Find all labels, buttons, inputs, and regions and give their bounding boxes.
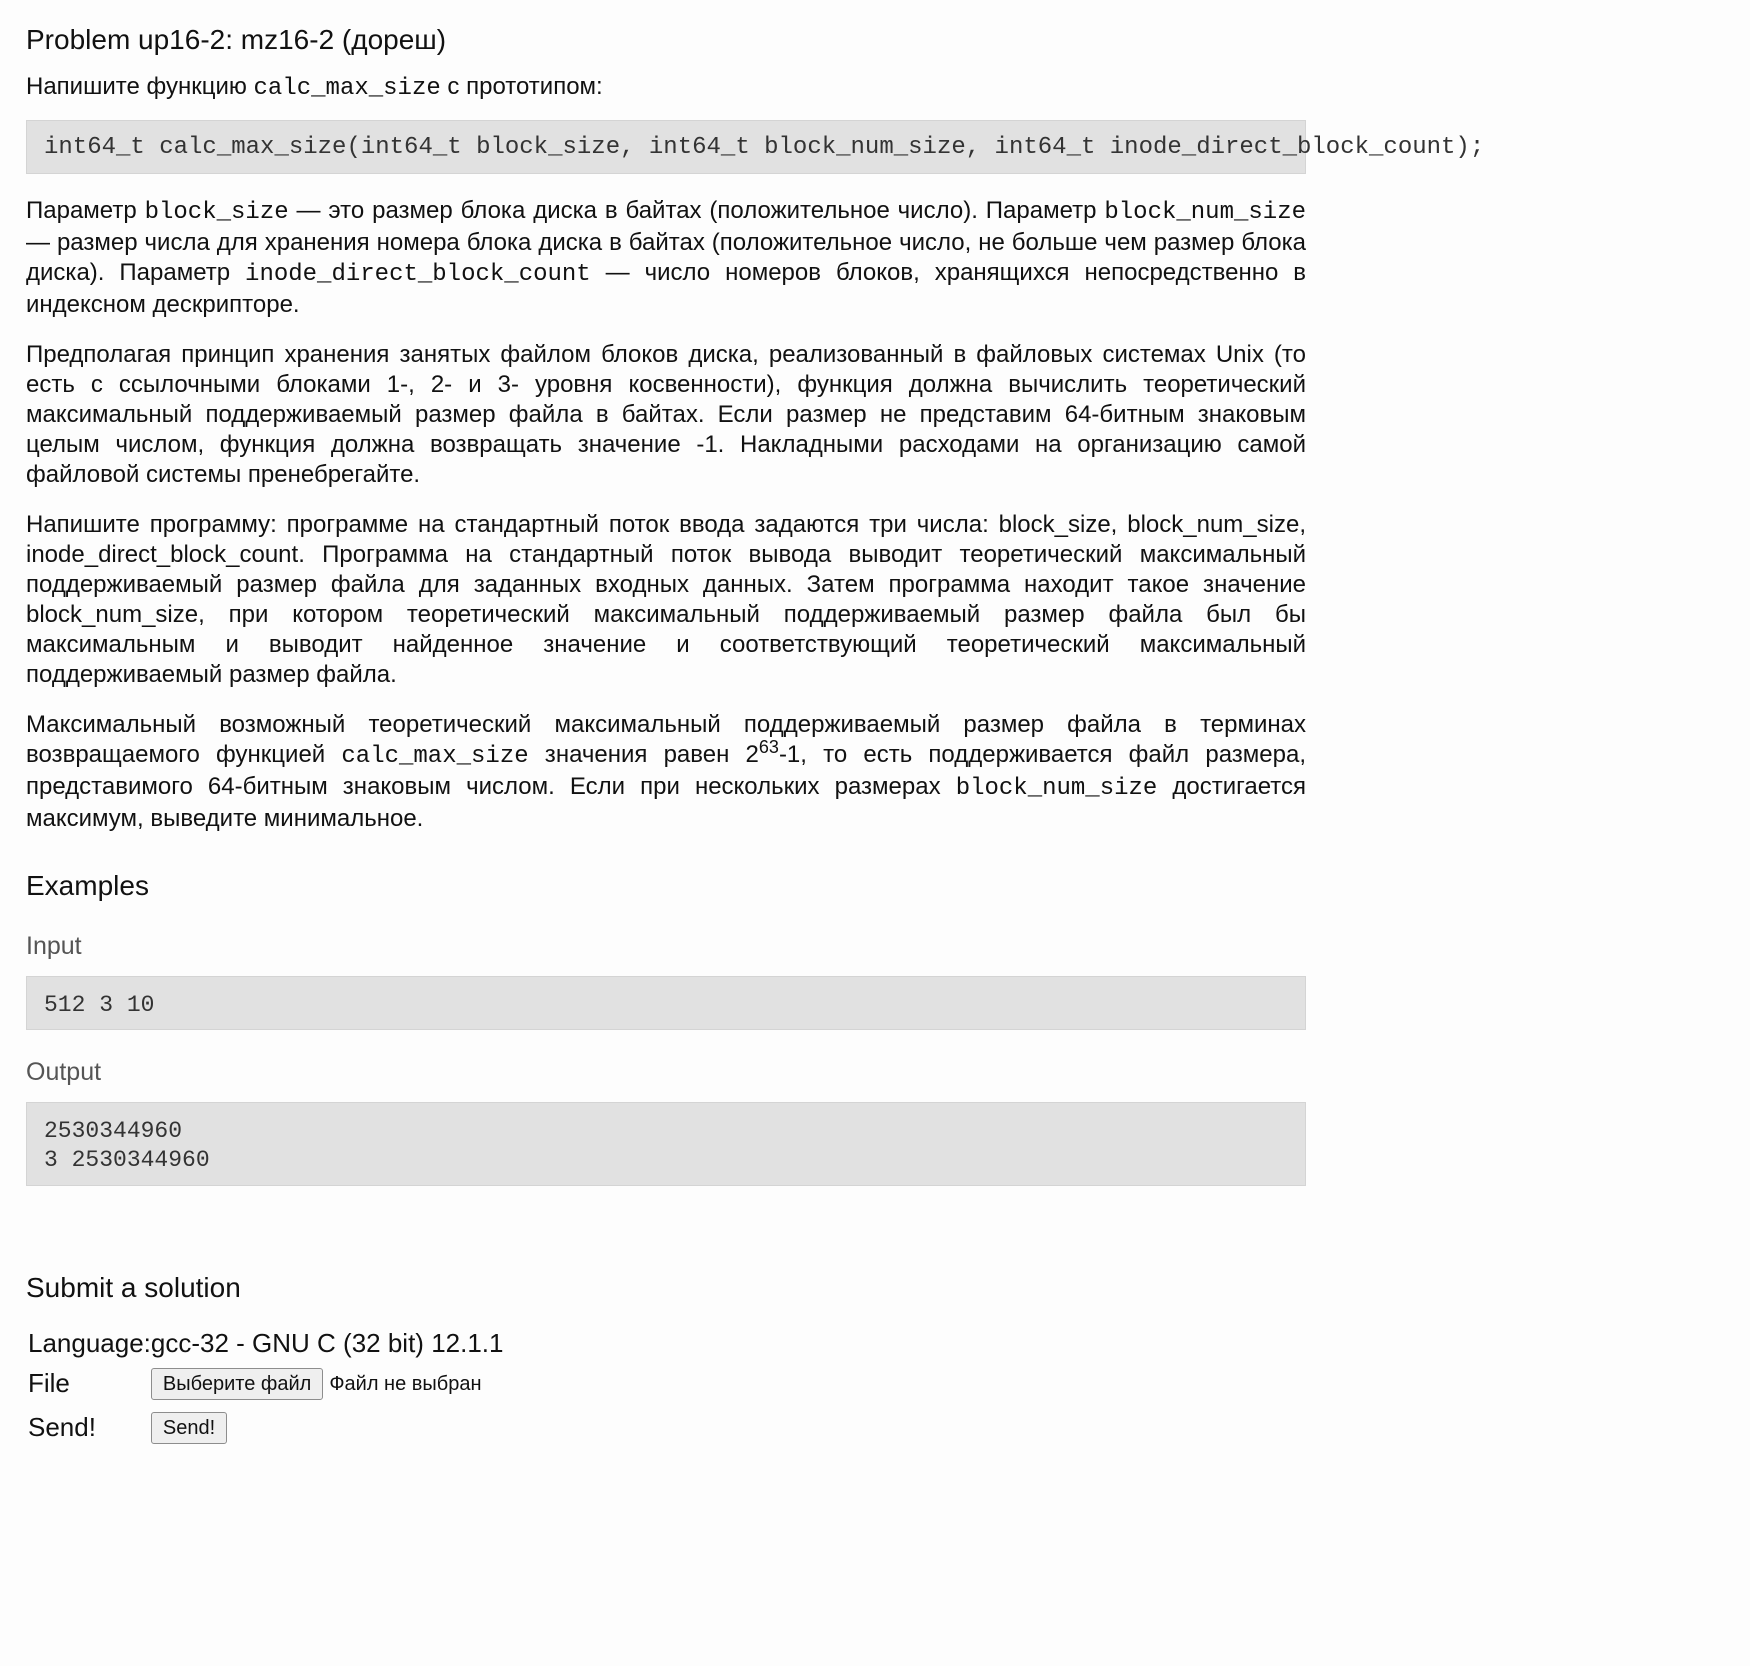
problem-title: Problem up16-2: mz16-2 (дореш) <box>26 24 447 55</box>
statement-paragraph-params: Параметр block_size — это размер блока д… <box>26 197 1307 318</box>
file-picker: Выберите файл Файл не выбран <box>150 1364 504 1402</box>
prototype-code-block: int64_t calc_max_size(int64_t block_size… <box>26 120 1484 174</box>
statement-paragraph-maximum: Максимальный возможный теоретический мак… <box>26 711 1307 832</box>
examples-heading: Examples <box>26 870 149 901</box>
problem-page: Problem up16-2: mz16-2 (дореш) Напишите … <box>26 0 1484 1452</box>
input-label: Input <box>26 932 82 960</box>
sample-output-line: 3 2530344960 <box>44 1147 210 1173</box>
choose-file-button[interactable]: Выберите файл <box>150 1368 324 1400</box>
submit-form: Language: gcc-32 - GNU C (32 bit) 12.1.1… <box>28 1322 503 1452</box>
statement-paragraph-program: Напишите программу: программе на стандар… <box>26 511 1306 688</box>
sample-input: 512 3 10 <box>44 992 155 1018</box>
sample-output: 2530344960 3 2530344960 <box>27 1103 1305 1175</box>
submit-heading: Submit a solution <box>26 1272 241 1303</box>
prototype-code: int64_t calc_max_size(int64_t block_size… <box>44 134 1485 161</box>
file-label: File <box>28 1367 70 1398</box>
send-label: Send! <box>28 1411 96 1442</box>
statement-paragraph-principle: Предполагая принцип хранения занятых фай… <box>26 341 1306 488</box>
sample-input-box: 512 3 10 <box>26 976 1306 1030</box>
send-button[interactable]: Send! <box>150 1412 228 1444</box>
output-label: Output <box>26 1058 102 1086</box>
file-status-text: Файл не выбран <box>329 1373 482 1395</box>
language-label: Language: <box>28 1327 151 1358</box>
statement-intro: Напишите функцию calc_max_size с прототи… <box>26 73 603 102</box>
sample-output-line: 2530344960 <box>44 1118 183 1144</box>
sample-output-box: 2530344960 3 2530344960 <box>26 1102 1306 1186</box>
func-name-code: calc_max_size <box>253 75 441 102</box>
language-value: gcc-32 - GNU C (32 bit) 12.1.1 <box>150 1327 504 1358</box>
